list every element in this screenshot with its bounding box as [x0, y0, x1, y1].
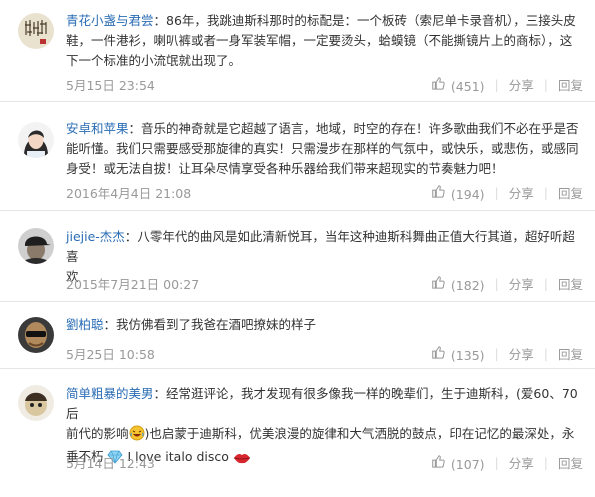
comment-actions: (107) | 分享 | 回复	[431, 453, 583, 472]
like-button[interactable]: (107)	[431, 454, 485, 472]
thumbs-up-icon	[432, 275, 445, 289]
reply-button[interactable]: 回复	[558, 344, 583, 363]
reply-button[interactable]: 回复	[558, 453, 583, 472]
avatar[interactable]	[18, 13, 54, 49]
divider: |	[494, 185, 499, 200]
like-count: (451)	[450, 78, 485, 94]
comment-time: 5月25日 10:58	[66, 347, 155, 362]
comment-item: 简单粗暴的美男：经常逛评论，我才发现有很多像我一样的晚辈们，生于迪斯科，(爱60…	[0, 369, 595, 497]
avatar-calligraphy-image	[18, 13, 54, 49]
like-count: (182)	[450, 277, 485, 293]
divider: |	[494, 276, 499, 291]
comment-line: 音乐的神奇就是它超越了语言，地域，时空的存在！许多歌曲我们不必在乎是否	[141, 121, 579, 136]
comment-text: 安卓和苹果：音乐的神奇就是它超越了语言，地域，时空的存在！许多歌曲我们不必在乎是…	[66, 121, 579, 176]
share-button[interactable]: 分享	[509, 344, 534, 363]
comment-meta: 2015年7月21日 00:27 (182) | 分享 | 回复	[66, 274, 583, 293]
comment-text: 劉柏聪：我仿佛看到了我爸在酒吧撩妹的样子	[66, 317, 317, 332]
comment-line: 前代的影响	[66, 426, 129, 441]
like-button[interactable]: (451)	[431, 76, 485, 94]
like-count: (135)	[450, 347, 485, 363]
comment-username[interactable]: 安卓和苹果	[66, 121, 129, 136]
divider: |	[543, 346, 548, 361]
avatar[interactable]	[18, 122, 54, 158]
comment-list: 青花小盏与君尝：86年，我跳迪斯科那时的标配是：一个板砖（索尼单卡录音机），三接…	[0, 0, 595, 497]
comment-username[interactable]: 青花小盏与君尝	[66, 13, 154, 28]
comment-item: 安卓和苹果：音乐的神奇就是它超越了语言，地域，时空的存在！许多歌曲我们不必在乎是…	[0, 102, 595, 211]
comment-actions: (135) | 分享 | 回复	[431, 344, 583, 363]
divider: |	[494, 346, 499, 361]
comment-time: 5月15日 23:54	[66, 78, 155, 93]
divider: |	[494, 77, 499, 92]
reply-button[interactable]: 回复	[558, 274, 583, 293]
comment-time: 2016年4月4日 21:08	[66, 186, 192, 201]
avatar-man-cap-image	[18, 228, 54, 264]
comment-actions: (451) | 分享 | 回复	[431, 75, 583, 94]
divider: |	[543, 185, 548, 200]
comment-meta: 2016年4月4日 21:08 (194) | 分享 | 回复	[66, 183, 583, 202]
comment-actions: (182) | 分享 | 回复	[431, 274, 583, 293]
comment-line: 86年，我跳迪斯科那时的标配是：一个板砖（索尼单卡录音机），三接头皮	[166, 13, 576, 28]
divider: |	[543, 77, 548, 92]
avatar[interactable]	[18, 317, 54, 353]
comment-line: 八零年代的曲风是如此清新悦耳，当年这种迪斯科舞曲正值大行其道，超好听超喜	[66, 229, 575, 264]
comment-line: 能听懂。我们只需要感受那旋律的真实！只需漫步在那样的气氛中，或快乐，或悲伤，或感…	[66, 141, 579, 156]
comment-item: 青花小盏与君尝：86年，我跳迪斯科那时的标配是：一个板砖（索尼单卡录音机），三接…	[0, 0, 595, 102]
comment-username[interactable]: 劉柏聪	[66, 317, 104, 332]
laughing-emoji-icon	[129, 425, 145, 447]
reply-button[interactable]: 回复	[558, 183, 583, 202]
comment-username[interactable]: jiejie-杰杰	[66, 229, 125, 244]
like-count: (107)	[450, 456, 485, 472]
divider: |	[543, 276, 548, 291]
comment-actions: (194) | 分享 | 回复	[431, 183, 583, 202]
comment-line: )也启蒙于迪斯科，优美浪漫的旋律和大气洒脱的鼓点，印在记忆的最深处，永	[144, 426, 575, 441]
comment-time: 5月14日 12:43	[66, 456, 155, 471]
avatar[interactable]	[18, 385, 54, 421]
share-button[interactable]: 分享	[509, 75, 534, 94]
comment-text: 青花小盏与君尝：86年，我跳迪斯科那时的标配是：一个板砖（索尼单卡录音机），三接…	[66, 13, 576, 68]
thumbs-up-icon	[432, 345, 445, 359]
like-button[interactable]: (182)	[431, 275, 485, 293]
avatar[interactable]	[18, 228, 54, 264]
comment-time: 2015年7月21日 00:27	[66, 277, 200, 292]
divider: |	[494, 455, 499, 470]
comment-line: 身受！或无法自拔！让耳朵尽情享受各种乐器给我们带来超现实的节奏魅力吧！	[66, 161, 504, 176]
comment-meta: 5月14日 12:43 (107) | 分享 | 回复	[66, 453, 583, 472]
like-count: (194)	[450, 186, 485, 202]
comment-item: 劉柏聪：我仿佛看到了我爸在酒吧撩妹的样子 5月25日 10:58 (135) |…	[0, 302, 595, 369]
comment-item: jiejie-杰杰：八零年代的曲风是如此清新悦耳，当年这种迪斯科舞曲正值大行其道…	[0, 211, 595, 302]
like-button[interactable]: (194)	[431, 184, 485, 202]
comment-meta: 5月15日 23:54 (451) | 分享 | 回复	[66, 75, 583, 94]
avatar-cartoon-image	[18, 385, 54, 421]
thumbs-up-icon	[432, 76, 445, 90]
comment-meta: 5月25日 10:58 (135) | 分享 | 回复	[66, 344, 583, 363]
share-button[interactable]: 分享	[509, 453, 534, 472]
comment-line: 下一个标准的小流氓就出现了。	[66, 53, 242, 68]
comment-line: 我仿佛看到了我爸在酒吧撩妹的样子	[116, 317, 317, 332]
share-button[interactable]: 分享	[509, 274, 534, 293]
comment-username[interactable]: 简单粗暴的美男	[66, 386, 154, 401]
reply-button[interactable]: 回复	[558, 75, 583, 94]
avatar-man-sunglasses-image	[18, 317, 54, 353]
avatar-girl-image	[18, 122, 54, 158]
like-button[interactable]: (135)	[431, 345, 485, 363]
divider: |	[543, 455, 548, 470]
thumbs-up-icon	[432, 454, 445, 468]
share-button[interactable]: 分享	[509, 183, 534, 202]
thumbs-up-icon	[432, 184, 445, 198]
comment-line: 鞋，一件港衫，喇叭裤或者一身军装军帽，一定要烫头，蛤蟆镜（不能撕镜片上的商标），…	[66, 33, 573, 48]
